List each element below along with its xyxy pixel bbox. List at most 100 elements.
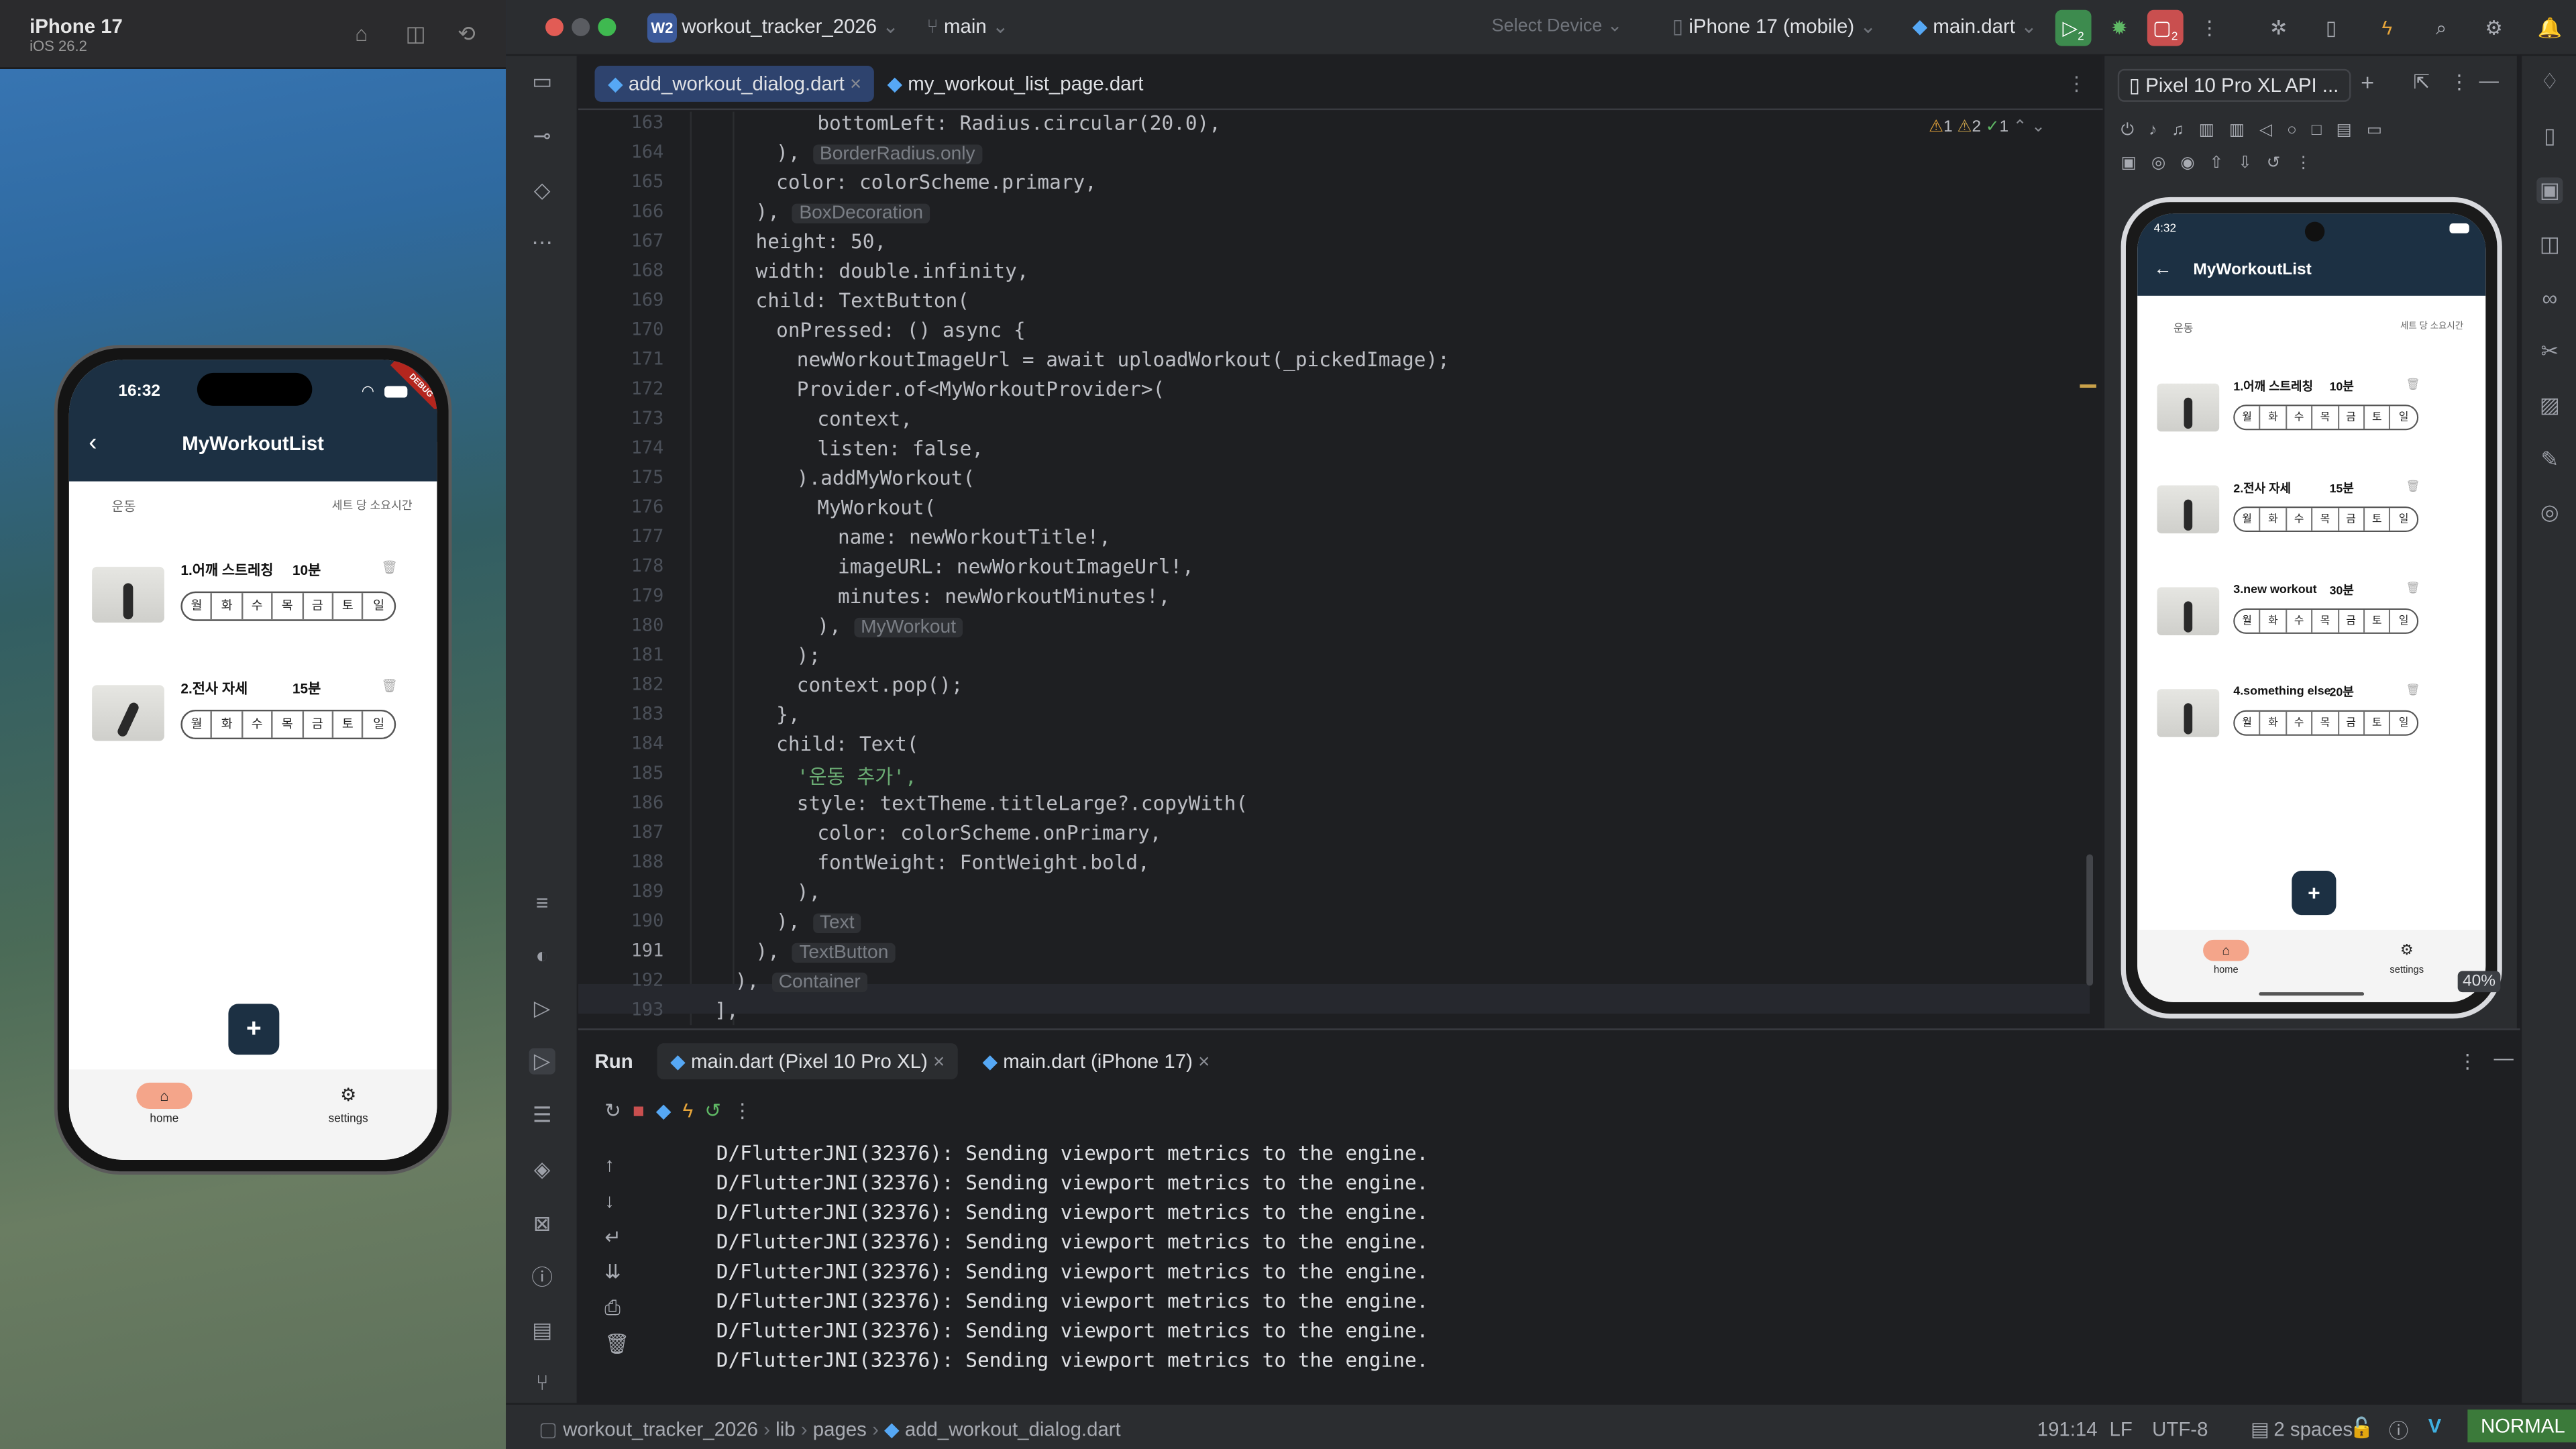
- devtools-icon[interactable]: ◈: [529, 1157, 555, 1183]
- day-toggle[interactable]: 금: [2339, 406, 2365, 429]
- back-arrow-icon[interactable]: ←: [2154, 260, 2172, 279]
- run-tool-icon[interactable]: ▷: [529, 996, 555, 1022]
- pen-icon[interactable]: ✎: [2536, 447, 2563, 473]
- more-icon[interactable]: ⋮: [733, 1099, 764, 1122]
- rerun-icon[interactable]: ↻: [604, 1099, 633, 1122]
- info-icon[interactable]: ⓘ: [2389, 1416, 2408, 1444]
- day-thu[interactable]: 목: [273, 711, 303, 738]
- hot-reload-icon[interactable]: ϟ: [683, 1099, 705, 1122]
- day-toggle[interactable]: 금: [2339, 610, 2365, 633]
- day-wed[interactable]: 수: [243, 711, 273, 738]
- more-actions-icon[interactable]: ⋮: [2192, 10, 2228, 46]
- project-selector[interactable]: workout_tracker_2026 ⌄: [682, 15, 899, 38]
- nav-home[interactable]: ⌂ home: [2196, 939, 2255, 976]
- more-tools-icon[interactable]: ⋯: [529, 230, 555, 256]
- day-toggle[interactable]: 일: [2391, 712, 2417, 735]
- day-toggle[interactable]: 금: [2339, 508, 2365, 531]
- screenshot-icon[interactable]: ◫: [402, 21, 429, 48]
- workout-item[interactable]: 3.new workout 30분 🗑 월 화 수 목 금 토 일: [2157, 582, 2426, 666]
- day-mon[interactable]: 월: [182, 593, 213, 620]
- workout-item[interactable]: 2.전사 자세 15분 🗑 월 화 수 목 금 토 일: [2157, 480, 2426, 564]
- soft-wrap-icon[interactable]: ↵: [604, 1220, 629, 1256]
- day-toggle[interactable]: 월: [2235, 508, 2261, 531]
- day-tue[interactable]: 화: [213, 711, 243, 738]
- day-toggle[interactable]: 화: [2261, 406, 2287, 429]
- day-toggle[interactable]: 수: [2287, 508, 2313, 531]
- link-icon[interactable]: ∞: [2536, 286, 2563, 312]
- day-toggle[interactable]: 월: [2235, 711, 2261, 735]
- device-controls-2[interactable]: ▣◎◉⇧⇩↺⋮: [2121, 154, 2326, 172]
- day-toggle[interactable]: 수: [2287, 711, 2313, 735]
- day-fri[interactable]: 금: [303, 593, 334, 620]
- terminal-icon[interactable]: ▤: [529, 1318, 555, 1344]
- flutter-inspector-icon[interactable]: ◐: [529, 943, 555, 969]
- day-thu[interactable]: 목: [273, 593, 303, 620]
- day-toggle[interactable]: 일: [2391, 406, 2417, 429]
- breadcrumb-pages[interactable]: pages: [813, 1417, 867, 1440]
- close-icon[interactable]: ×: [1198, 1050, 1210, 1073]
- outline-icon[interactable]: ≡: [529, 890, 555, 916]
- code-area[interactable]: 163 bottomLeft: Radius.circular(20.0), 164…: [578, 112, 2103, 1026]
- add-workout-fab[interactable]: +: [228, 1004, 280, 1055]
- device-selector[interactable]: ▯ iPhone 17 (mobile) ⌄: [1672, 15, 1876, 38]
- close-icon[interactable]: ×: [933, 1050, 945, 1073]
- run-tab-iphone[interactable]: ◆ main.dart (iPhone 17) ×: [973, 1043, 1220, 1079]
- vim-mode[interactable]: NORMAL: [2467, 1409, 2576, 1443]
- day-toggle[interactable]: 일: [2391, 508, 2417, 531]
- minimize-icon[interactable]: —: [2494, 1046, 2514, 1069]
- day-mon[interactable]: 월: [182, 711, 213, 738]
- device-mirror-icon[interactable]: ◫: [2536, 231, 2563, 258]
- weekday-selector[interactable]: 월화수목금토일: [2233, 405, 2418, 431]
- day-toggle[interactable]: 목: [2313, 711, 2339, 735]
- file-encoding[interactable]: UTF-8: [2152, 1417, 2208, 1440]
- tab-my-workout-list[interactable]: ◆ my_workout_list_page.dart: [877, 66, 1153, 102]
- day-toggle[interactable]: 화: [2261, 508, 2287, 531]
- day-toggle[interactable]: 목: [2313, 406, 2339, 429]
- run-panel-icon[interactable]: ▷: [529, 1048, 555, 1075]
- nav-settings[interactable]: ⚙ settings: [315, 1083, 381, 1126]
- workout-item[interactable]: 1.어깨 스트레칭 10분 🗑 월 화 수 목 금 토 일: [2157, 378, 2426, 462]
- delete-icon[interactable]: 🗑: [2406, 378, 2420, 390]
- plugin-icon[interactable]: ✲: [2261, 10, 2297, 46]
- tab-add-workout-dialog[interactable]: ◆ add_workout_dialog.dart ×: [594, 65, 875, 102]
- day-toggle[interactable]: 금: [2339, 711, 2365, 735]
- settings-gear-icon[interactable]: ⚙: [2476, 10, 2512, 46]
- delete-icon[interactable]: 🗑: [2406, 582, 2420, 594]
- day-toggle[interactable]: 화: [2261, 610, 2287, 633]
- gallery-icon[interactable]: ▨: [2536, 392, 2563, 419]
- more-icon[interactable]: ⋮: [2449, 70, 2469, 93]
- day-toggle[interactable]: 토: [2365, 508, 2391, 531]
- workout-item[interactable]: 4.something else 20분 🗑 월 화 수 목 금 토 일: [2157, 684, 2426, 768]
- day-toggle[interactable]: 목: [2313, 508, 2339, 531]
- add-device-icon[interactable]: +: [2361, 69, 2374, 95]
- search-icon[interactable]: ⌕: [2423, 10, 2459, 46]
- tabs-more-icon[interactable]: ⋮: [2067, 66, 2086, 102]
- folder-icon[interactable]: ▭: [529, 69, 555, 95]
- run-config-selector[interactable]: ◆ main.dart ⌄: [1913, 15, 2037, 38]
- running-devices-icon[interactable]: ▣: [2536, 177, 2563, 204]
- close-icon[interactable]: ×: [850, 72, 861, 95]
- scroll-down-icon[interactable]: ↓: [604, 1184, 629, 1220]
- open-external-icon[interactable]: ⇱: [2414, 70, 2430, 93]
- notifications-icon[interactable]: ♢: [2536, 69, 2563, 95]
- scissors-icon[interactable]: ✂: [2536, 338, 2563, 364]
- device-file-icon[interactable]: ▯: [2536, 123, 2563, 150]
- minimize-icon[interactable]: —: [2479, 69, 2499, 92]
- day-toggle[interactable]: 일: [2391, 610, 2417, 633]
- add-workout-fab[interactable]: +: [2292, 870, 2337, 916]
- day-wed[interactable]: 수: [243, 593, 273, 620]
- git-icon[interactable]: ⑂: [529, 1370, 555, 1396]
- day-toggle[interactable]: 토: [2365, 711, 2391, 735]
- workout-item[interactable]: 1.어깨 스트레칭 10분 🗑 월화수목금토일: [92, 560, 421, 659]
- zoom-indicator[interactable]: 40%: [2457, 971, 2501, 993]
- weekday-selector[interactable]: 월화수목금토일: [180, 709, 396, 740]
- day-toggle[interactable]: 월: [2235, 406, 2261, 429]
- stop-icon[interactable]: ■: [633, 1099, 656, 1122]
- inspect-icon[interactable]: ◎: [2536, 499, 2563, 525]
- workout-item[interactable]: 2.전사 자세 15분 🗑 월화수목금토일: [92, 678, 421, 777]
- breadcrumb-lib[interactable]: lib: [775, 1417, 795, 1440]
- day-toggle[interactable]: 수: [2287, 610, 2313, 633]
- hot-restart-icon[interactable]: ↺: [704, 1099, 733, 1122]
- flutter-icon[interactable]: ◆: [656, 1099, 683, 1122]
- indent-settings[interactable]: 2 spaces: [2273, 1417, 2353, 1440]
